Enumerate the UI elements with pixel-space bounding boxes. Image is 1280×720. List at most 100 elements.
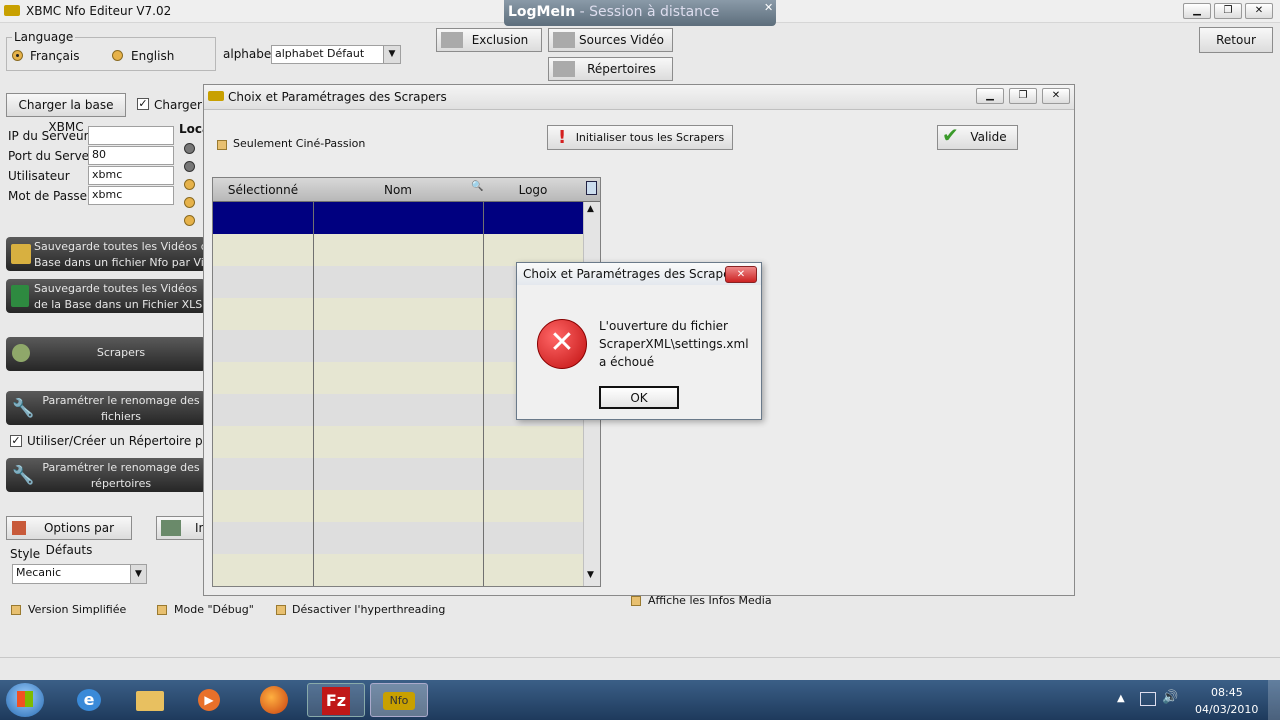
col-nom[interactable]: Nom [313,183,483,197]
maximize-button[interactable]: ❐ [1214,3,1242,19]
table-row[interactable] [213,458,583,490]
hyperthreading-label: Désactiver l'hyperthreading [292,603,446,616]
init-all-scrapers-button[interactable]: ! Initialiser tous les Scrapers [547,125,733,150]
scraper-maximize-button[interactable]: ❐ [1009,88,1037,104]
save-xls-button[interactable]: Sauvegarde toutes les Vidéos de la Base … [6,279,206,313]
user-label: Utilisateur [8,169,70,183]
start-button[interactable] [6,683,44,717]
folder-icon [11,244,31,264]
exclusion-button[interactable]: Exclusion [436,28,542,52]
media-player-taskbar-icon[interactable]: ▶ [184,683,234,717]
port-input[interactable]: 80 [88,146,174,165]
tool-icon [553,61,575,77]
radio-english[interactable] [112,50,123,61]
style-label: Style [10,547,41,561]
alphabet-label: alphabet [223,47,276,61]
radio-francais-label: Français [30,49,80,63]
radio-loca-5[interactable] [184,215,195,226]
search-icon[interactable]: 🔍 [471,181,483,192]
ok-button[interactable]: OK [599,386,679,409]
firefox-taskbar-icon[interactable] [250,683,300,717]
table-row[interactable] [213,490,583,522]
tool-icon [553,32,575,48]
charger-base-button[interactable]: Charger la base XBMC [6,93,126,134]
radio-francais[interactable] [12,50,23,61]
status-bar-divider [0,657,1280,658]
volume-icon[interactable]: 🔊 [1162,690,1178,705]
version-simplifiee-label: Version Simplifiée [28,603,127,616]
mode-debug-checkbox[interactable] [157,605,167,615]
sources-video-button[interactable]: Sources Vidéo [548,28,673,52]
import-icon [161,520,181,536]
affiche-infos-checkbox[interactable] [631,596,641,606]
retour-button[interactable]: Retour [1199,27,1273,53]
save-nfo-button[interactable]: Sauvegarde toutes les Vidéos de la Base … [6,237,228,271]
col-selectionne[interactable]: Sélectionné [213,183,313,197]
scroll-down-icon[interactable]: ▼ [587,570,594,580]
pass-label: Mot de Passe [8,189,87,203]
network-icon[interactable] [1140,692,1156,706]
exclamation-icon: ! [558,127,567,148]
hyperthreading-checkbox[interactable] [276,605,286,615]
clock-time[interactable]: 08:45 [1211,686,1243,699]
error-message-line3: a échoué [599,355,655,369]
col-divider [483,202,484,586]
scroll-up-icon[interactable]: ▲ [587,204,594,214]
filezilla-taskbar-icon[interactable]: Fz [307,683,365,717]
rename-dirs-button[interactable]: 🔧 Paramétrer le renomage des répertoires [6,458,206,492]
col-logo[interactable]: Logo [483,183,583,197]
table-row[interactable] [213,554,583,586]
excel-icon [11,285,29,307]
alphabet-select[interactable]: alphabet Défaut ▼ [271,45,401,64]
import-button[interactable]: Im [156,516,210,540]
error-dialog-titlebar: Choix et Paramétrages des Scrapers ✕ [517,263,761,285]
nfo-taskbar-icon[interactable]: Nfo [370,683,428,717]
repertoires-video-button[interactable]: Répertoires Vidéo [548,57,673,98]
explorer-taskbar-icon[interactable] [124,683,174,717]
radio-loca-3[interactable] [184,179,195,190]
logmein-close-icon[interactable]: ✕ [764,1,773,14]
tray-expand-icon[interactable]: ▲ [1117,693,1125,704]
ip-input[interactable] [88,126,174,145]
options-defaut-button[interactable]: Options par Défauts [6,516,132,557]
logmein-banner: LogMeIn - Session à distance ✕ [504,0,776,26]
clock-date[interactable]: 04/03/2010 [1195,703,1258,716]
error-message-line1: L'ouverture du fichier [599,319,728,333]
language-label: Language [12,30,76,44]
error-message-line2: ScraperXML\settings.xml [599,337,749,351]
table-row-selected[interactable] [213,202,583,234]
style-select[interactable]: Mecanic ▼ [12,564,147,584]
seulement-cine-passion-checkbox[interactable] [217,140,227,150]
error-dialog-close-button[interactable]: ✕ [725,266,757,283]
scraper-minimize-button[interactable]: ▁ [976,88,1004,104]
rename-files-button[interactable]: 🔧 Paramétrer le renomage des fichiers [6,391,206,425]
scraper-window-titlebar: Choix et Paramétrages des Scrapers ▁ ❐ ✕ [204,85,1074,110]
user-input[interactable]: xbmc [88,166,174,185]
close-button[interactable]: ✕ [1245,3,1273,19]
scraper-window-title: Choix et Paramétrages des Scrapers [228,90,447,104]
radio-loca-2[interactable] [184,161,195,172]
version-simplifiee-checkbox[interactable] [11,605,21,615]
home-icon [12,521,26,535]
tool-icon [441,32,463,48]
show-desktop-button[interactable] [1268,680,1280,720]
valide-button[interactable]: ✔ Valide [937,124,1018,150]
chevron-down-icon: ▼ [383,46,400,63]
scraper-close-button[interactable]: ✕ [1042,88,1070,104]
minimize-button[interactable]: ▁ [1183,3,1211,19]
use-dir-checkbox[interactable]: ✓ [10,435,22,447]
error-dialog: Choix et Paramétrages des Scrapers ✕ ✕ L… [516,262,762,420]
app-icon [4,5,20,16]
col-divider [313,202,314,586]
table-row[interactable] [213,522,583,554]
radio-loca-1[interactable] [184,143,195,154]
scrapers-button[interactable]: Scrapers [6,337,206,371]
table-row[interactable] [213,426,583,458]
pass-input[interactable]: xbmc [88,186,174,205]
logmein-session: - Session à distance [575,4,720,20]
trash-icon[interactable] [586,181,597,195]
charger-checkbox[interactable]: ✓ [137,98,149,110]
ie-taskbar-icon[interactable]: e [64,683,114,717]
radio-loca-4[interactable] [184,197,195,208]
chevron-down-icon: ▼ [130,565,146,583]
